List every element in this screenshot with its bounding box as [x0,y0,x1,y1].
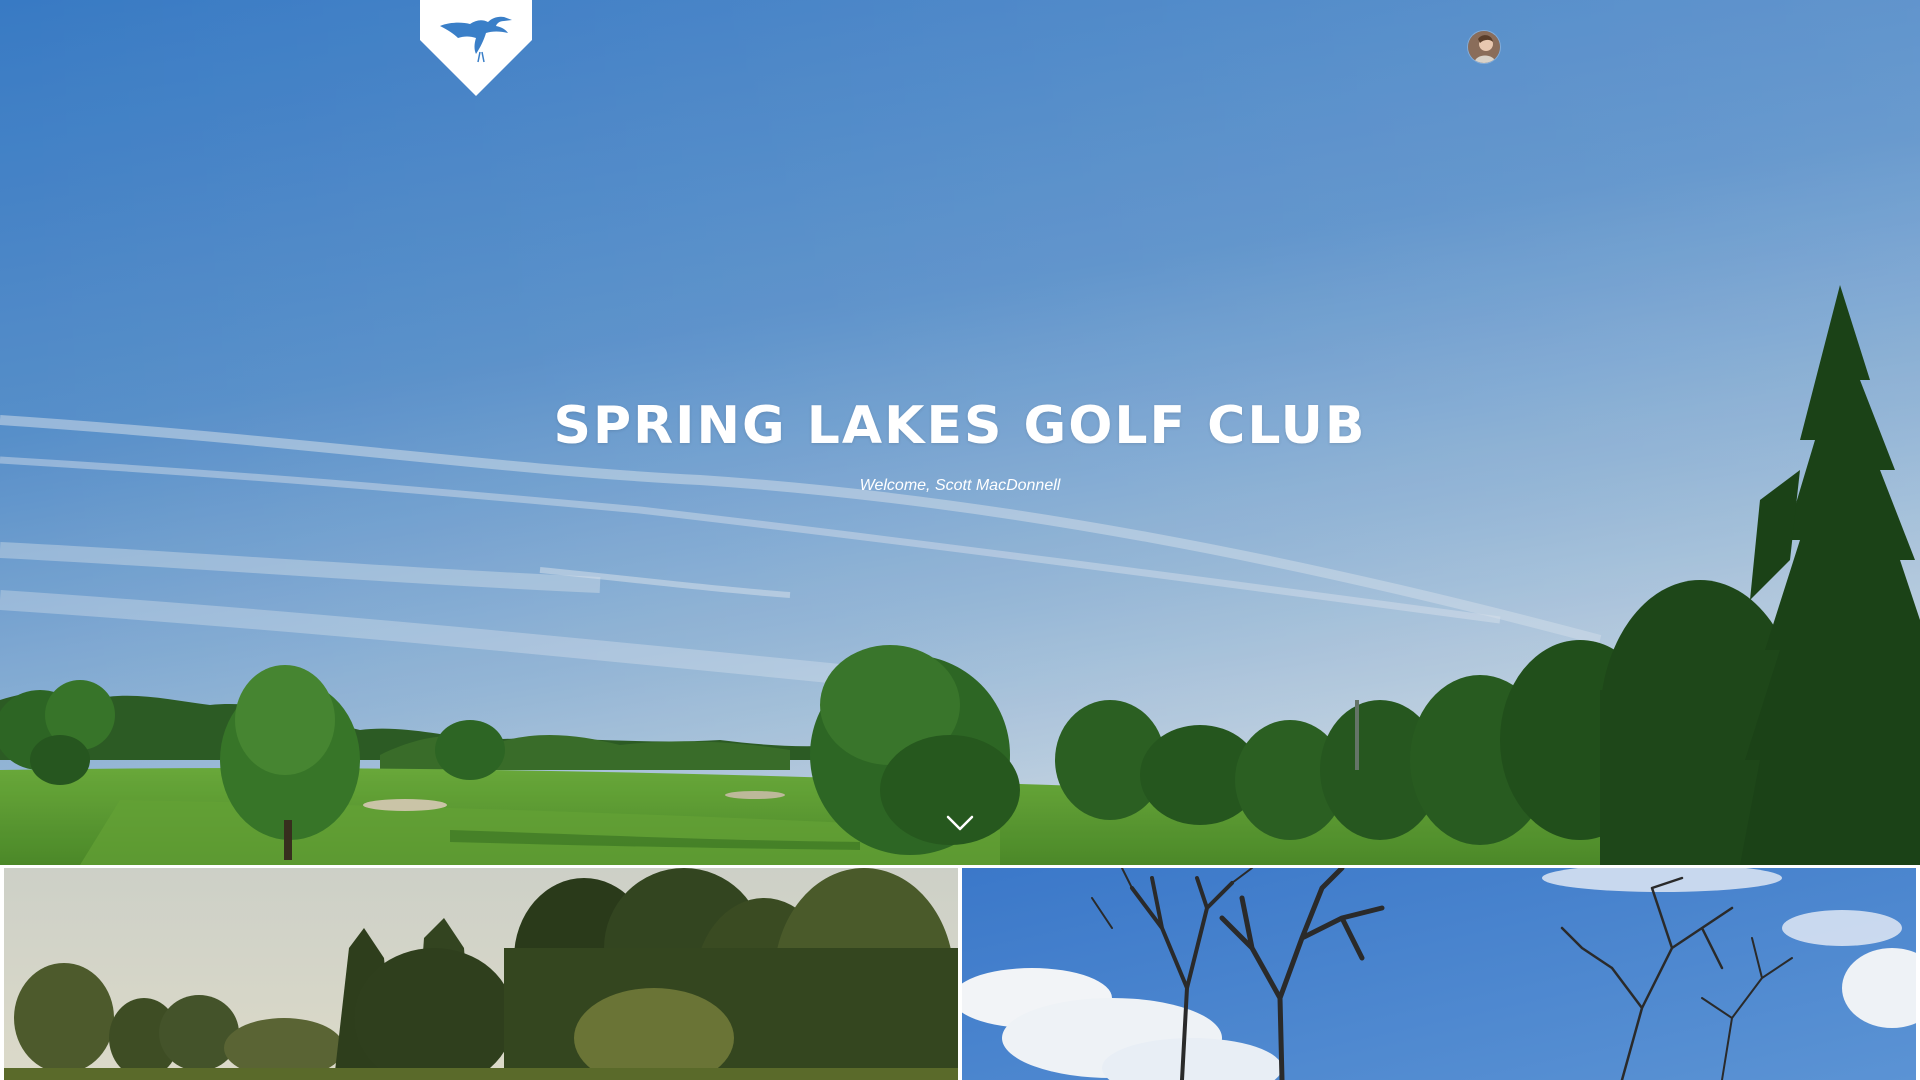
heron-icon [420,0,532,96]
course-photo-tile-2[interactable] [962,868,1916,1080]
course-photo-tile-1[interactable] [4,868,958,1080]
hero-welcome-text: Welcome, Scott MacDonnell [859,477,1061,494]
bare-trees-photo [962,868,1916,1080]
logo-badge[interactable] [420,0,532,96]
chevron-down-icon[interactable] [945,812,975,834]
trees-photo [4,868,958,1080]
user-avatar[interactable] [1468,31,1500,63]
avatar-image [1468,31,1500,63]
hero-section: SPRING LAKES GOLF CLUB Welcome, Scott Ma… [0,0,1920,865]
hero-title: SPRING LAKES GOLF CLUB [553,396,1367,456]
page: SPRING LAKES GOLF CLUB Welcome, Scott Ma… [0,0,1920,1080]
